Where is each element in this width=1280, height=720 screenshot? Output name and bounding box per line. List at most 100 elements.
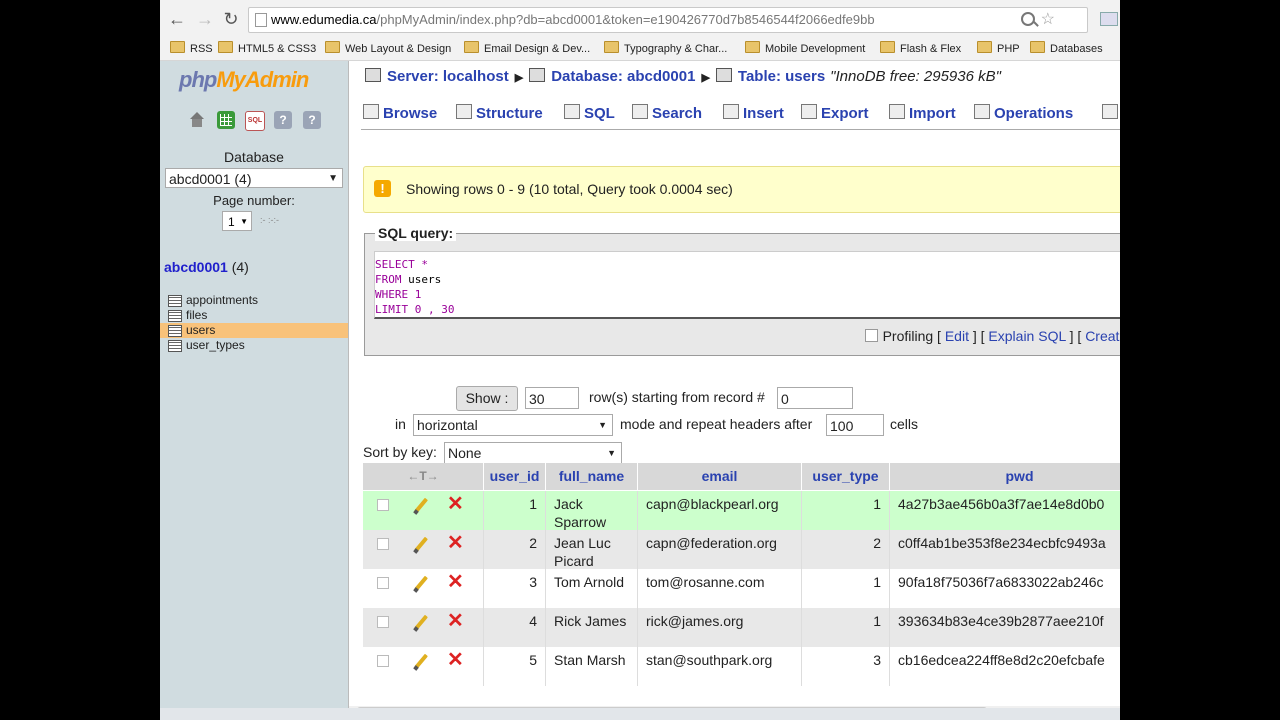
edit-pencil-icon[interactable] [413, 537, 429, 553]
bookmark-flash-flex[interactable]: Flash & Flex [880, 41, 961, 57]
delete-icon[interactable]: ✕ [447, 572, 464, 592]
table-row[interactable]: ✕ 5 Stan Marsh stan@southpark.org 3 cb16… [363, 647, 1120, 687]
page-number-select[interactable]: 1 ▼ [222, 211, 252, 231]
table-row[interactable]: ✕ 1 Jack Sparrow capn@blackpearl.org 1 4… [363, 491, 1120, 531]
column-header-user-id[interactable]: user_id [483, 463, 545, 490]
cell-full-name[interactable]: Tom Arnold [545, 569, 637, 608]
cell-full-name[interactable]: Jean Luc Picard [545, 530, 637, 569]
edit-link[interactable]: Edit [945, 328, 969, 344]
delete-icon[interactable]: ✕ [447, 533, 464, 553]
bookmark-email-design[interactable]: Email Design & Dev... [464, 41, 590, 57]
bookmark-php[interactable]: PHP [977, 41, 1020, 57]
cell-email[interactable]: capn@federation.org [637, 530, 801, 569]
bookmark-web-layout[interactable]: Web Layout & Design [325, 41, 451, 57]
bookmark-html5[interactable]: HTML5 & CSS3 [218, 41, 316, 57]
table-icon[interactable] [168, 295, 182, 307]
column-header-pwd[interactable]: pwd [889, 463, 1120, 490]
database-link[interactable]: abcd0001 (4) [164, 259, 249, 275]
edit-pencil-icon[interactable] [413, 576, 429, 592]
phpmyadmin-logo[interactable]: phpMyAdmin [179, 67, 309, 93]
table-icon[interactable] [168, 325, 182, 337]
home-icon[interactable] [188, 111, 206, 129]
cell-email[interactable]: tom@rosanne.com [637, 569, 801, 608]
column-header-user-type[interactable]: user_type [801, 463, 889, 490]
tab-sql[interactable]: SQL [564, 104, 615, 122]
row-checkbox[interactable] [377, 499, 389, 511]
bookmark-star-icon[interactable]: ☆ [1041, 8, 1055, 32]
edit-pencil-icon[interactable] [413, 654, 429, 670]
sql-icon[interactable]: SQL [245, 111, 265, 131]
row-checkbox[interactable] [377, 655, 389, 667]
bookmark-databases[interactable]: Databases [1030, 41, 1103, 57]
row-checkbox[interactable] [377, 616, 389, 628]
table-item-appointments[interactable]: appointments [160, 293, 348, 308]
cell-full-name[interactable]: Jack Sparrow [545, 491, 637, 530]
table-row[interactable]: ✕ 3 Tom Arnold tom@rosanne.com 1 90fa18f… [363, 569, 1120, 609]
row-checkbox[interactable] [377, 538, 389, 550]
table-icon[interactable] [168, 310, 182, 322]
tab-import[interactable]: Import [889, 104, 956, 122]
display-mode-select[interactable]: horizontal ▼ [413, 414, 613, 436]
cell-full-name[interactable]: Stan Marsh [545, 647, 637, 686]
cell-full-name[interactable]: Rick James [545, 608, 637, 647]
column-header-full-name[interactable]: full_name [545, 463, 637, 490]
cell-user-type[interactable]: 3 [801, 647, 889, 686]
cell-pwd[interactable]: 90fa18f75036f7a6833022ab246c [889, 569, 1120, 608]
cell-user-type[interactable]: 1 [801, 569, 889, 608]
repeat-headers-input[interactable]: 100 [826, 414, 884, 436]
breadcrumb-database[interactable]: Database: abcd0001 [529, 68, 695, 85]
start-record-input[interactable]: 0 [777, 387, 853, 409]
tab-operations[interactable]: Operations [974, 104, 1073, 122]
cell-email[interactable]: stan@southpark.org [637, 647, 801, 686]
table-item-user-types[interactable]: user_types [160, 338, 348, 353]
bookmark-rss[interactable]: RSS [170, 41, 213, 57]
delete-icon[interactable]: ✕ [447, 650, 464, 670]
page-navigation-arrows[interactable]: :- :-:- [260, 215, 279, 225]
cell-email[interactable]: capn@blackpearl.org [637, 491, 801, 530]
column-arrows-icon[interactable]: ←T→ [363, 463, 483, 490]
help-icon[interactable]: ? [274, 111, 292, 129]
cell-user-type[interactable]: 2 [801, 530, 889, 569]
cell-user-id[interactable]: 3 [483, 569, 545, 608]
edit-pencil-icon[interactable] [413, 498, 429, 514]
table-item-files[interactable]: files [160, 308, 348, 323]
delete-icon[interactable]: ✕ [447, 494, 464, 514]
cell-user-id[interactable]: 2 [483, 530, 545, 569]
table-row[interactable]: ✕ 4 Rick James rick@james.org 1 393634b8… [363, 608, 1120, 648]
cell-email[interactable]: rick@james.org [637, 608, 801, 647]
cell-user-type[interactable]: 1 [801, 491, 889, 530]
cell-user-id[interactable]: 1 [483, 491, 545, 530]
edit-pencil-icon[interactable] [413, 615, 429, 631]
cell-user-type[interactable]: 1 [801, 608, 889, 647]
table-row[interactable]: ✕ 2 Jean Luc Picard capn@federation.org … [363, 530, 1120, 570]
cell-pwd[interactable]: 4a27b3ae456b0a3f7ae14e8d0b0 [889, 491, 1120, 530]
cell-pwd[interactable]: cb16edcea224ff8e8d2c20efcbafe [889, 647, 1120, 686]
forward-icon[interactable]: → [196, 9, 214, 29]
back-icon[interactable]: ← [168, 9, 186, 29]
tab-search[interactable]: Search [632, 104, 702, 122]
tab-more[interactable] [1102, 104, 1120, 122]
sql-code[interactable]: SELECT * FROM users WHERE 1 LIMIT 0 , 30 [374, 251, 1120, 319]
create-php-code-link[interactable]: Create I [1085, 328, 1120, 344]
bookmark-mobile[interactable]: Mobile Development [745, 41, 865, 57]
tab-structure[interactable]: Structure [456, 104, 543, 122]
tab-browse[interactable]: Browse [363, 104, 437, 122]
profiling-checkbox[interactable] [864, 329, 878, 342]
table-icon[interactable] [168, 340, 182, 352]
tab-insert[interactable]: Insert [723, 104, 784, 122]
database-select[interactable]: abcd0001 (4) ▼ [165, 168, 343, 188]
column-header-email[interactable]: email [637, 463, 801, 490]
rows-input[interactable]: 30 [525, 387, 579, 409]
show-button[interactable]: Show : [456, 386, 518, 411]
cell-user-id[interactable]: 5 [483, 647, 545, 686]
breadcrumb-server[interactable]: Server: localhost [365, 68, 509, 85]
cell-pwd[interactable]: c0ff4ab1be353f8e234ecbfc9493a [889, 530, 1120, 569]
cell-user-id[interactable]: 4 [483, 608, 545, 647]
query-window-icon[interactable] [217, 111, 235, 129]
documentation-icon[interactable]: ? [303, 111, 321, 129]
search-icon[interactable] [1021, 12, 1035, 26]
sort-by-select[interactable]: None ▼ [444, 442, 622, 464]
explain-sql-link[interactable]: Explain SQL [988, 328, 1065, 344]
address-bar[interactable]: www.edumedia.ca/phpMyAdmin/index.php?db=… [248, 7, 1088, 33]
table-item-users[interactable]: users [160, 323, 348, 338]
